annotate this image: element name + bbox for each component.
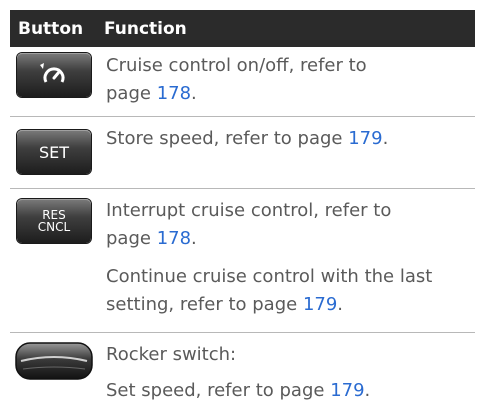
- page-link[interactable]: 179: [330, 380, 364, 401]
- set-button: SET: [17, 130, 91, 174]
- text: setting, refer to page: [106, 294, 303, 315]
- table-row: Rocker switch: Set speed, refer to page …: [10, 333, 475, 418]
- function-cell: Rocker switch: Set speed, refer to page …: [106, 341, 475, 405]
- button-function-table: Button Function Cruise control on/off, r…: [10, 10, 475, 418]
- cncl-label: CNCL: [37, 220, 71, 234]
- rocker-switch-icon: [15, 342, 93, 380]
- text: Rocker switch:: [106, 344, 237, 365]
- text: Continue cruise control with the last: [106, 266, 433, 287]
- page-link[interactable]: 178: [157, 83, 191, 104]
- table-row: Cruise control on/off, refer to page 178…: [10, 47, 475, 117]
- cruise-control-icon: [17, 53, 91, 97]
- function-cell: Store speed, refer to page 179.: [106, 125, 475, 153]
- page-link[interactable]: 178: [157, 228, 191, 249]
- text: .: [364, 380, 371, 401]
- text: .: [382, 128, 389, 149]
- text: page: [106, 83, 157, 104]
- text: Interrupt cruise control, refer to: [106, 200, 392, 221]
- page-link[interactable]: 179: [303, 294, 337, 315]
- table-row: RES CNCL Interrupt cruise control, refer…: [10, 189, 475, 333]
- text: Store speed, refer to page: [106, 128, 349, 149]
- function-cell: Cruise control on/off, refer to page 178…: [106, 52, 475, 108]
- header-function: Function: [104, 18, 187, 39]
- text: Set speed, refer to page: [106, 380, 331, 401]
- table-row: SET Store speed, refer to page 179.: [10, 117, 475, 189]
- function-cell: Interrupt cruise control, refer to page …: [106, 197, 475, 319]
- text: Cruise control on/off, refer to: [106, 55, 367, 76]
- page-link[interactable]: 179: [348, 128, 382, 149]
- res-cncl-button: RES CNCL: [17, 199, 91, 243]
- table-header: Button Function: [10, 10, 475, 47]
- header-button: Button: [18, 18, 84, 39]
- text: .: [191, 83, 197, 104]
- text: .: [337, 294, 344, 315]
- text: page: [106, 228, 157, 249]
- set-label: SET: [38, 142, 70, 162]
- text: .: [191, 228, 197, 249]
